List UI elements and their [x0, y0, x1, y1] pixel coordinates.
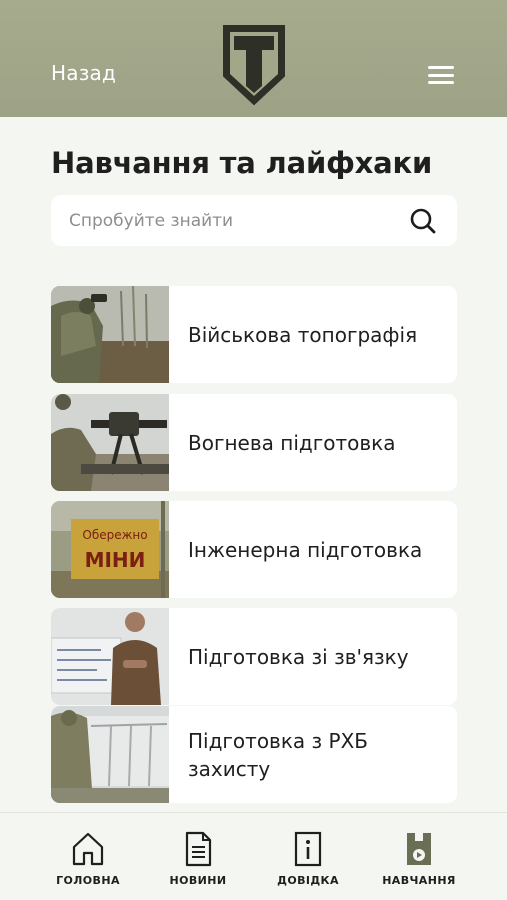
page-title: Навчання та лайфхаки	[51, 146, 433, 180]
training-card-label: Інженерна підготовка	[188, 537, 423, 562]
tab-training[interactable]: НАВЧАННЯ	[364, 831, 474, 887]
hamburger-menu-icon[interactable]	[424, 62, 458, 88]
home-icon	[72, 832, 104, 866]
bottom-tab-bar: ГОЛОВНА НОВИНИ ДОВІДКА НАВЧАННЯ	[0, 812, 507, 900]
search-bar	[51, 195, 457, 246]
tab-training-label: НАВЧАННЯ	[382, 874, 456, 887]
tab-news[interactable]: НОВИНИ	[143, 831, 253, 887]
training-card-cbrn[interactable]: Підготовка з РХБ захисту	[51, 706, 457, 803]
search-input[interactable]	[51, 195, 401, 246]
app-header: Назад	[0, 0, 507, 117]
training-card-communications[interactable]: Підготовка зі зв'язку	[51, 608, 457, 705]
search-icon[interactable]	[409, 207, 437, 235]
info-icon	[294, 831, 322, 867]
soldier-with-binoculars-photo	[51, 286, 169, 383]
mines-warning-sign-photo: Обережно МІНИ	[51, 501, 169, 598]
tab-info[interactable]: ДОВІДКА	[253, 831, 363, 887]
tab-info-label: ДОВІДКА	[277, 874, 339, 887]
training-card-label: Підготовка зі зв'язку	[188, 644, 409, 669]
tab-home-label: ГОЛОВНА	[56, 874, 120, 887]
training-card-fire[interactable]: Вогнева підготовка	[51, 394, 457, 491]
back-button[interactable]: Назад	[51, 61, 116, 85]
training-play-icon	[407, 833, 431, 865]
training-card-label: Підготовка з РХБ захисту	[188, 728, 369, 781]
tab-home[interactable]: ГОЛОВНА	[33, 831, 143, 887]
tab-news-label: НОВИНИ	[169, 874, 227, 887]
warning-sign-line1: Обережно	[82, 528, 147, 542]
shield-t-logo[interactable]	[222, 24, 286, 106]
soldier-with-machine-gun-photo	[51, 394, 169, 491]
soldiers-in-protective-gear-photo	[51, 706, 169, 803]
training-card-label: Вогнева підготовка	[188, 430, 396, 455]
training-card-label: Військова топографія	[188, 322, 418, 347]
warning-sign-line2: МІНИ	[85, 548, 146, 572]
training-card-topography[interactable]: Військова топографія	[51, 286, 457, 383]
instructor-at-whiteboard-photo	[51, 608, 169, 705]
document-icon	[185, 831, 212, 867]
training-card-engineering[interactable]: Обережно МІНИ Інженерна підготовка	[51, 501, 457, 598]
